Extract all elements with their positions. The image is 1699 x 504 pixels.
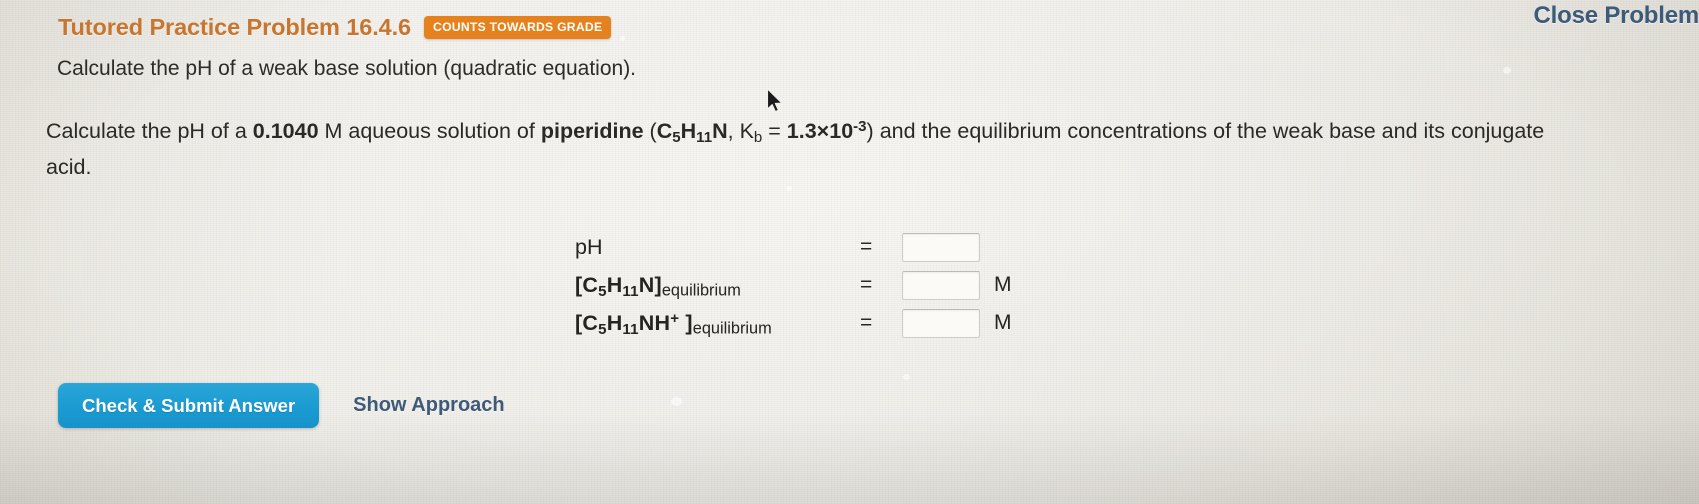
- answer-row-base: [C5H11N]equilibrium = M: [575, 266, 1012, 304]
- header: Tutored Practice Problem 16.4.6 COUNTS T…: [0, 0, 1699, 60]
- statement-part-2: M aqueous solution of: [318, 119, 541, 143]
- dust-speck: [786, 186, 792, 191]
- show-approach-link[interactable]: Show Approach: [353, 394, 504, 417]
- kb-equals: =: [762, 119, 787, 143]
- formula-open-paren: (: [643, 119, 657, 143]
- formula-nitrogen-hydrogen: NH: [638, 310, 671, 335]
- formula-hydrogen-count: 11: [622, 320, 639, 338]
- formula-carbon: C: [656, 119, 673, 143]
- bracket-close: ]: [679, 310, 693, 335]
- formula-hydrogen-count: 11: [622, 282, 639, 300]
- status-badge: COUNTS TOWARDS GRADE: [424, 16, 612, 39]
- answer-block: pH = [C5H11N]equilibrium = M [C5H11NH+ ]…: [575, 228, 1012, 342]
- concentration-value: 0.1040: [252, 119, 319, 143]
- mouse-cursor-icon: [766, 88, 783, 113]
- formula-carbon: C: [582, 310, 599, 335]
- equilibrium-subscript: equilibrium: [692, 319, 772, 338]
- kb-symbol: K: [739, 119, 754, 143]
- problem-subtitle: Calculate the pH of a weak base solution…: [57, 57, 637, 80]
- problem-screen: Tutored Practice Problem 16.4.6 COUNTS T…: [0, 0, 1699, 504]
- formula-carbon: C: [582, 272, 599, 297]
- answer-label-ph: pH: [575, 234, 603, 259]
- dust-speck: [1503, 67, 1511, 74]
- formula-close-paren: ): [866, 119, 880, 143]
- formula-nitrogen: N: [638, 272, 655, 297]
- answer-label-conjugate-acid: [C5H11NH+ ]equilibrium: [575, 309, 860, 338]
- formula-hydrogen: H: [606, 272, 623, 297]
- kb-value: 1.3×10: [786, 119, 854, 143]
- formula-carbon-count: 5: [598, 320, 607, 338]
- answer-row-ph: pH =: [575, 228, 1012, 266]
- formula-carbon-count: 5: [672, 128, 681, 146]
- formula-charge: +: [670, 309, 680, 327]
- formula-hydrogen-count: 11: [696, 128, 713, 146]
- ph-input[interactable]: [902, 232, 980, 262]
- equals-sign: =: [860, 273, 873, 296]
- conjugate-acid-concentration-input[interactable]: [902, 308, 980, 338]
- page-title: Tutored Practice Problem 16.4.6: [58, 14, 412, 40]
- formula-carbon-count: 5: [598, 282, 607, 300]
- dust-speck: [903, 374, 910, 380]
- close-problem-link[interactable]: Close Problem: [1534, 2, 1699, 30]
- kb-exponent: -3: [853, 117, 867, 135]
- answer-row-conjugate-acid: [C5H11NH+ ]equilibrium = M: [575, 304, 1012, 342]
- equals-sign: =: [860, 235, 873, 258]
- statement-part-1: Calculate the pH of a: [46, 119, 253, 143]
- title-block: Tutored Practice Problem 16.4.6 COUNTS T…: [58, 14, 612, 41]
- equilibrium-subscript: equilibrium: [661, 281, 741, 300]
- equals-sign: =: [860, 311, 873, 334]
- formula-hydrogen: H: [606, 310, 623, 335]
- formula-comma: ,: [727, 119, 740, 143]
- formula-nitrogen: N: [712, 119, 728, 143]
- dust-speck: [671, 397, 682, 406]
- bracket-close: ]: [654, 272, 662, 297]
- base-concentration-input[interactable]: [902, 270, 980, 300]
- footer-controls: Check & Submit Answer Show Approach: [58, 383, 505, 428]
- formula-hydrogen: H: [680, 119, 697, 143]
- unit-label-molarity: M: [994, 273, 1012, 296]
- compound-name: piperidine: [540, 119, 644, 143]
- answer-label-base: [C5H11N]equilibrium: [575, 272, 860, 300]
- problem-statement: Calculate the pH of a 0.1040 M aqueous s…: [46, 113, 1546, 185]
- check-and-submit-answer-button[interactable]: Check & Submit Answer: [58, 383, 320, 428]
- unit-label-molarity: M: [994, 311, 1012, 334]
